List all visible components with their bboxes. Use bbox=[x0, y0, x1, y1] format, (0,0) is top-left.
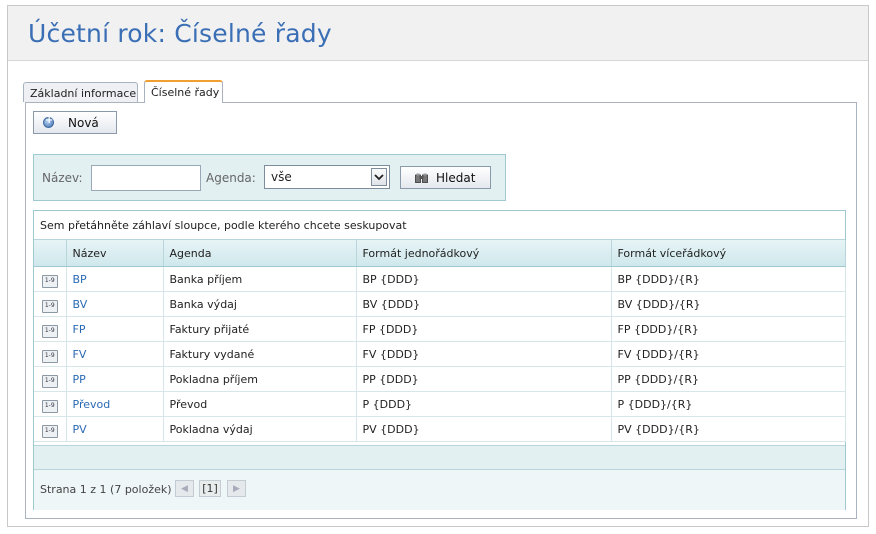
number-series-grid: Sem přetáhněte záhlaví sloupce, podle kt… bbox=[33, 210, 846, 510]
row-name-link[interactable]: Převod bbox=[73, 398, 111, 411]
page-frame: Účetní rok: Číselné řady Základní inform… bbox=[7, 5, 869, 527]
row-icon-cell[interactable]: 1-9 bbox=[34, 366, 67, 392]
search-button[interactable]: Hledat bbox=[400, 166, 491, 189]
row-name-link[interactable]: PV bbox=[73, 423, 87, 436]
page-title: Účetní rok: Číselné řady bbox=[28, 19, 332, 48]
number-sequence-icon: 1-9 bbox=[41, 350, 58, 363]
row-multi-format-cell: FV {DDD}/{R} bbox=[611, 341, 846, 367]
pager-info: Strana 1 z 1 (7 položek) bbox=[40, 483, 172, 496]
column-header-single-format[interactable]: Formát jednořádkový bbox=[356, 240, 612, 267]
table-row[interactable]: 1-9 PV Pokladna výdaj PV {DDD} PV {DDD}/{R} bbox=[34, 416, 846, 442]
pager: Strana 1 z 1 (7 položek) ◀ [1] ▶ bbox=[34, 469, 845, 510]
new-button-label: Nová bbox=[68, 115, 99, 130]
table-row[interactable]: 1-9 PP Pokladna příjem PP {DDD} PP {DDD}/{R} bbox=[34, 366, 846, 392]
row-single-format-cell: FV {DDD} bbox=[356, 341, 612, 367]
row-name-link[interactable]: PP bbox=[73, 373, 86, 386]
row-multi-format-cell: P {DDD}/{R} bbox=[611, 391, 846, 417]
row-agenda-cell: Převod bbox=[163, 391, 357, 417]
number-sequence-icon: 1-9 bbox=[41, 425, 58, 438]
row-name-cell: PP bbox=[66, 366, 164, 392]
row-name-cell: Převod bbox=[66, 391, 164, 417]
table-row[interactable]: 1-9 Převod Převod P {DDD} P {DDD}/{R} bbox=[34, 391, 846, 417]
row-name-cell: PV bbox=[66, 416, 164, 442]
tab-basic-info[interactable]: Základní informace bbox=[23, 82, 138, 102]
add-icon bbox=[43, 115, 54, 128]
chevron-down-icon[interactable] bbox=[371, 168, 387, 186]
row-name-cell: BP bbox=[66, 266, 164, 292]
grid-table: Název Agenda Formát jednořádkový Formát … bbox=[34, 240, 846, 442]
row-icon-cell[interactable]: 1-9 bbox=[34, 266, 67, 292]
tab-number-series[interactable]: Číselné řady bbox=[144, 80, 223, 103]
agenda-filter-label: Agenda: bbox=[206, 171, 256, 185]
row-single-format-cell: BV {DDD} bbox=[356, 291, 612, 317]
number-sequence-icon: 1-9 bbox=[41, 375, 58, 388]
number-sequence-icon: 1-9 bbox=[41, 300, 58, 313]
page-header: Účetní rok: Číselné řady bbox=[8, 6, 868, 61]
row-single-format-cell: P {DDD} bbox=[356, 391, 612, 417]
agenda-selected-value: vše bbox=[271, 170, 292, 184]
row-icon-cell[interactable]: 1-9 bbox=[34, 416, 67, 442]
table-row[interactable]: 1-9 FP Faktury přijaté FP {DDD} FP {DDD}/{R} bbox=[34, 316, 846, 342]
row-single-format-cell: FP {DDD} bbox=[356, 316, 612, 342]
row-name-link[interactable]: FP bbox=[73, 323, 86, 336]
row-agenda-cell: Pokladna příjem bbox=[163, 366, 357, 392]
row-agenda-cell: Banka výdaj bbox=[163, 291, 357, 317]
row-multi-format-cell: PV {DDD}/{R} bbox=[611, 416, 846, 442]
binoculars-icon bbox=[415, 173, 428, 183]
row-multi-format-cell: BV {DDD}/{R} bbox=[611, 291, 846, 317]
row-name-link[interactable]: BV bbox=[73, 298, 88, 311]
row-name-link[interactable]: FV bbox=[73, 348, 87, 361]
row-agenda-cell: Faktury přijaté bbox=[163, 316, 357, 342]
row-icon-cell[interactable]: 1-9 bbox=[34, 391, 67, 417]
row-icon-cell[interactable]: 1-9 bbox=[34, 291, 67, 317]
row-agenda-cell: Pokladna výdaj bbox=[163, 416, 357, 442]
filter-panel: Název: Agenda: vše Hledat bbox=[33, 154, 506, 201]
search-button-label: Hledat bbox=[436, 170, 476, 185]
row-icon-cell[interactable]: 1-9 bbox=[34, 316, 67, 342]
grid-header-row: Název Agenda Formát jednořádkový Formát … bbox=[34, 240, 846, 267]
agenda-select[interactable]: vše bbox=[264, 165, 390, 189]
row-multi-format-cell: PP {DDD}/{R} bbox=[611, 366, 846, 392]
group-panel[interactable]: Sem přetáhněte záhlaví sloupce, podle kt… bbox=[34, 211, 845, 240]
row-multi-format-cell: FP {DDD}/{R} bbox=[611, 316, 846, 342]
row-agenda-cell: Faktury vydané bbox=[163, 341, 357, 367]
table-row[interactable]: 1-9 FV Faktury vydané FV {DDD} FV {DDD}/{R} bbox=[34, 341, 846, 367]
prev-page-button[interactable]: ◀ bbox=[175, 480, 194, 497]
next-page-button[interactable]: ▶ bbox=[227, 480, 246, 497]
number-sequence-icon: 1-9 bbox=[41, 325, 58, 338]
row-name-cell: FV bbox=[66, 341, 164, 367]
row-multi-format-cell: BP {DDD}/{R} bbox=[611, 266, 846, 292]
number-sequence-icon: 1-9 bbox=[41, 275, 58, 288]
table-row[interactable]: 1-9 BV Banka výdaj BV {DDD} BV {DDD}/{R} bbox=[34, 291, 846, 317]
row-single-format-cell: BP {DDD} bbox=[356, 266, 612, 292]
tab-panel: Nová Název: Agenda: vše Hledat bbox=[25, 102, 857, 519]
row-icon-cell[interactable]: 1-9 bbox=[34, 341, 67, 367]
row-name-cell: FP bbox=[66, 316, 164, 342]
row-single-format-cell: PV {DDD} bbox=[356, 416, 612, 442]
row-single-format-cell: PP {DDD} bbox=[356, 366, 612, 392]
number-sequence-icon: 1-9 bbox=[41, 400, 58, 413]
row-agenda-cell: Banka příjem bbox=[163, 266, 357, 292]
column-header-multi-format[interactable]: Formát víceřádkový bbox=[611, 240, 846, 267]
new-button[interactable]: Nová bbox=[33, 111, 117, 134]
row-name-cell: BV bbox=[66, 291, 164, 317]
column-header-agenda[interactable]: Agenda bbox=[163, 240, 357, 267]
current-page[interactable]: [1] bbox=[199, 480, 221, 497]
name-filter-input[interactable] bbox=[91, 165, 201, 191]
name-filter-label: Název: bbox=[42, 171, 83, 185]
row-name-link[interactable]: BP bbox=[73, 273, 87, 286]
column-header-icon bbox=[34, 240, 67, 267]
column-header-name[interactable]: Název bbox=[66, 240, 164, 267]
grid-footer-spacer bbox=[34, 445, 845, 470]
table-row[interactable]: 1-9 BP Banka příjem BP {DDD} BP {DDD}/{R} bbox=[34, 266, 846, 292]
